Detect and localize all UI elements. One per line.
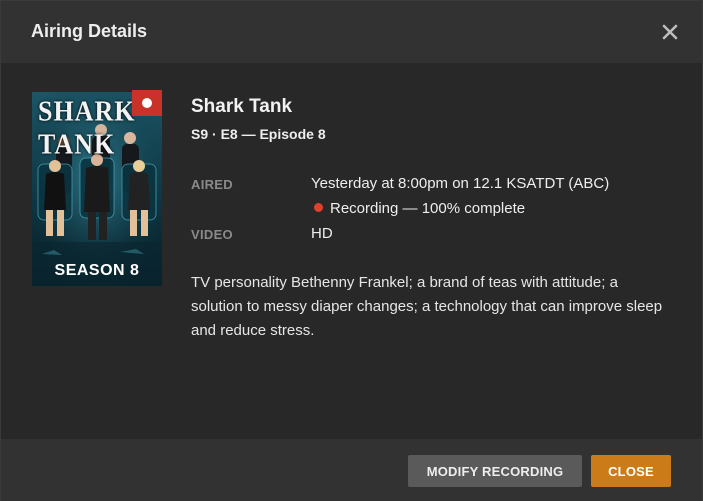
recording-status: Recording — 100% complete: [314, 200, 525, 217]
poster-season: SEASON 8: [54, 262, 140, 279]
dialog-title: Airing Details: [31, 21, 148, 41]
show-title: Shark Tank: [191, 96, 293, 117]
record-dot-icon: [314, 203, 323, 212]
recording-status-text: Recording — 100% complete: [330, 200, 526, 217]
video-value: HD: [311, 225, 333, 242]
aired-value: Yesterday at 8:00pm on 12.1 KSATDT (ABC): [311, 175, 610, 192]
video-label: VIDEO: [191, 227, 233, 242]
record-dot-icon: [132, 90, 162, 116]
episode-info: S9 · E8 — Episode 8: [191, 126, 326, 142]
dialog-footer: MODIFY RECORDING CLOSE: [1, 439, 702, 501]
close-button[interactable]: CLOSE: [591, 455, 671, 487]
aired-label: AIRED: [191, 177, 233, 192]
close-icon[interactable]: [657, 19, 683, 45]
modify-recording-button[interactable]: MODIFY RECORDING: [408, 455, 582, 487]
show-poster: SHARK TANK SEASON 8: [32, 92, 162, 286]
airing-details-dialog: Airing Details SHARK TANK SEASON 8 Shark…: [0, 0, 703, 501]
dialog-header: Airing Details: [1, 1, 702, 63]
episode-summary: TV personality Bethenny Frankel; a brand…: [191, 274, 663, 339]
